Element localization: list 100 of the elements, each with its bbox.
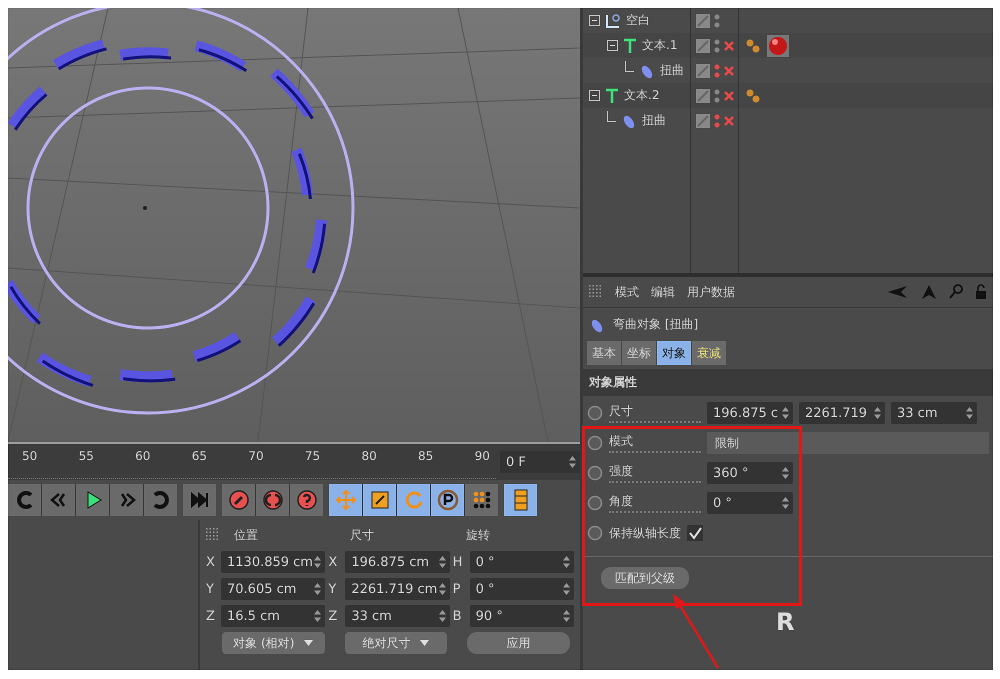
check-icon — [688, 526, 702, 540]
menu-item[interactable]: 用户数据 — [687, 284, 735, 300]
spinner-icon[interactable] — [782, 407, 789, 419]
cross-icon[interactable] — [724, 90, 734, 100]
spinner-icon[interactable] — [314, 556, 322, 568]
rotation-field[interactable]: 0 ° — [470, 551, 574, 573]
tab[interactable]: 基本 — [587, 341, 621, 365]
spinner-icon[interactable] — [782, 497, 789, 509]
size-field[interactable]: 196.875 c — [707, 402, 793, 424]
collapse-icon[interactable] — [589, 15, 600, 26]
next-key-tool-button[interactable] — [110, 484, 143, 516]
frame-number: 50 — [22, 448, 38, 462]
radio-icon[interactable] — [587, 465, 603, 481]
tab[interactable]: 衰减 — [692, 341, 726, 365]
checkbox[interactable] — [687, 525, 703, 541]
end-tool-button[interactable] — [183, 484, 216, 516]
size-mode-dropdown[interactable]: 绝对尺寸 — [344, 632, 448, 654]
lock-icon[interactable] — [975, 284, 987, 300]
record-tool-button[interactable] — [222, 484, 255, 516]
radio-icon[interactable] — [587, 435, 603, 451]
search-icon[interactable] — [949, 284, 963, 300]
menu-item[interactable]: 模式 — [615, 284, 639, 300]
size-field[interactable]: 2261.719 — [799, 402, 885, 424]
apply-button[interactable]: 应用 — [467, 632, 570, 654]
autokey-tool-button[interactable] — [256, 484, 289, 516]
size-field[interactable]: 196.875 cm — [345, 551, 450, 573]
spinner-icon[interactable] — [438, 583, 446, 595]
size-field[interactable]: 2261.719 cm — [345, 578, 450, 600]
spinner-icon[interactable] — [438, 556, 446, 568]
tab[interactable]: 对象 — [657, 341, 691, 365]
material-ball-icon[interactable] — [767, 34, 789, 56]
size-field[interactable]: 33 cm — [345, 605, 450, 627]
film-tool-button[interactable] — [504, 484, 537, 516]
spinner-icon[interactable] — [782, 467, 789, 479]
layer-icon — [696, 38, 710, 52]
match-to-parent-button[interactable]: 匹配到父级 — [601, 567, 689, 589]
axis-label: B — [452, 608, 463, 624]
frame-number: 55 — [78, 448, 94, 462]
value-field[interactable]: 360 ° — [707, 462, 793, 484]
visibility-dots-icon[interactable] — [713, 38, 721, 54]
visibility-dots-icon[interactable] — [713, 62, 721, 78]
visibility-dots-icon[interactable] — [713, 88, 721, 104]
phong-tag-icon[interactable] — [745, 88, 761, 104]
spinner-icon[interactable] — [563, 610, 570, 622]
loop-forward-tool-button[interactable] — [144, 484, 177, 516]
spinner-icon[interactable] — [563, 583, 570, 595]
phong-tag-icon[interactable] — [745, 38, 761, 54]
object-name[interactable]: 空白 — [626, 12, 650, 29]
timeline-ruler[interactable]: 50 55 60 65 70 75 80 85 90 — [8, 445, 496, 479]
value-field[interactable]: 0 ° — [707, 492, 793, 514]
prev-key-tool-button[interactable] — [42, 484, 75, 516]
radio-icon[interactable] — [587, 405, 603, 421]
object-name[interactable]: 扭曲 — [642, 112, 666, 129]
collapse-icon[interactable] — [589, 90, 600, 101]
object-name[interactable]: 扭曲 — [660, 62, 684, 79]
collapse-icon[interactable] — [607, 40, 618, 51]
coordinate-mode-dropdown[interactable]: 对象 (相对) — [222, 632, 325, 654]
tool-icon — [470, 489, 492, 511]
position-field[interactable]: 1130.859 cm — [221, 551, 326, 573]
cross-icon[interactable] — [724, 66, 734, 76]
axis-label: Y — [206, 582, 215, 596]
param-tool-button[interactable] — [431, 484, 464, 516]
position-field[interactable]: 70.605 cm — [221, 578, 326, 600]
mode-dropdown[interactable]: 限制 — [707, 432, 989, 454]
position-field[interactable]: 16.5 cm — [221, 605, 326, 627]
spinner-icon[interactable] — [314, 583, 322, 595]
visibility-dots-icon[interactable] — [713, 112, 721, 128]
spinner-icon[interactable] — [966, 407, 973, 419]
rotation-field[interactable]: 0 ° — [470, 578, 574, 600]
cross-icon[interactable] — [724, 40, 734, 50]
caret-icon — [420, 640, 430, 646]
object-name[interactable]: 文本.1 — [642, 37, 678, 54]
spinner-icon[interactable] — [438, 610, 446, 622]
visibility-dots-icon[interactable] — [713, 12, 721, 28]
spinner-icon[interactable] — [569, 456, 576, 468]
layer-icon — [696, 88, 710, 102]
object-name[interactable]: 文本.2 — [624, 87, 660, 104]
help-tool-button[interactable] — [290, 484, 323, 516]
menu-item[interactable]: 编辑 — [651, 284, 675, 300]
radio-icon[interactable] — [587, 525, 603, 541]
radio-icon[interactable] — [587, 495, 603, 511]
points-tool-button[interactable] — [465, 484, 498, 516]
cross-icon[interactable] — [724, 116, 734, 126]
tool-icon — [228, 489, 250, 511]
tool-icon — [368, 489, 390, 511]
rotation-field[interactable]: 90 ° — [470, 605, 574, 627]
layer-icon — [696, 14, 710, 28]
loop-back-tool-button[interactable] — [8, 484, 41, 516]
axis-label: Y — [328, 582, 338, 596]
back-arrow-icon[interactable] — [887, 285, 909, 299]
up-arrow-icon[interactable] — [921, 284, 937, 300]
frame-field[interactable]: 0 F — [500, 451, 580, 473]
size-field[interactable]: 33 cm — [891, 402, 977, 424]
property-label: 尺寸 — [609, 403, 701, 423]
spinner-icon[interactable] — [314, 610, 322, 622]
spinner-icon[interactable] — [563, 556, 570, 568]
play-tool-button[interactable] — [76, 484, 109, 516]
scale-tool-button[interactable] — [363, 484, 396, 516]
tab[interactable]: 坐标 — [622, 341, 656, 365]
spinner-icon[interactable] — [874, 407, 881, 419]
